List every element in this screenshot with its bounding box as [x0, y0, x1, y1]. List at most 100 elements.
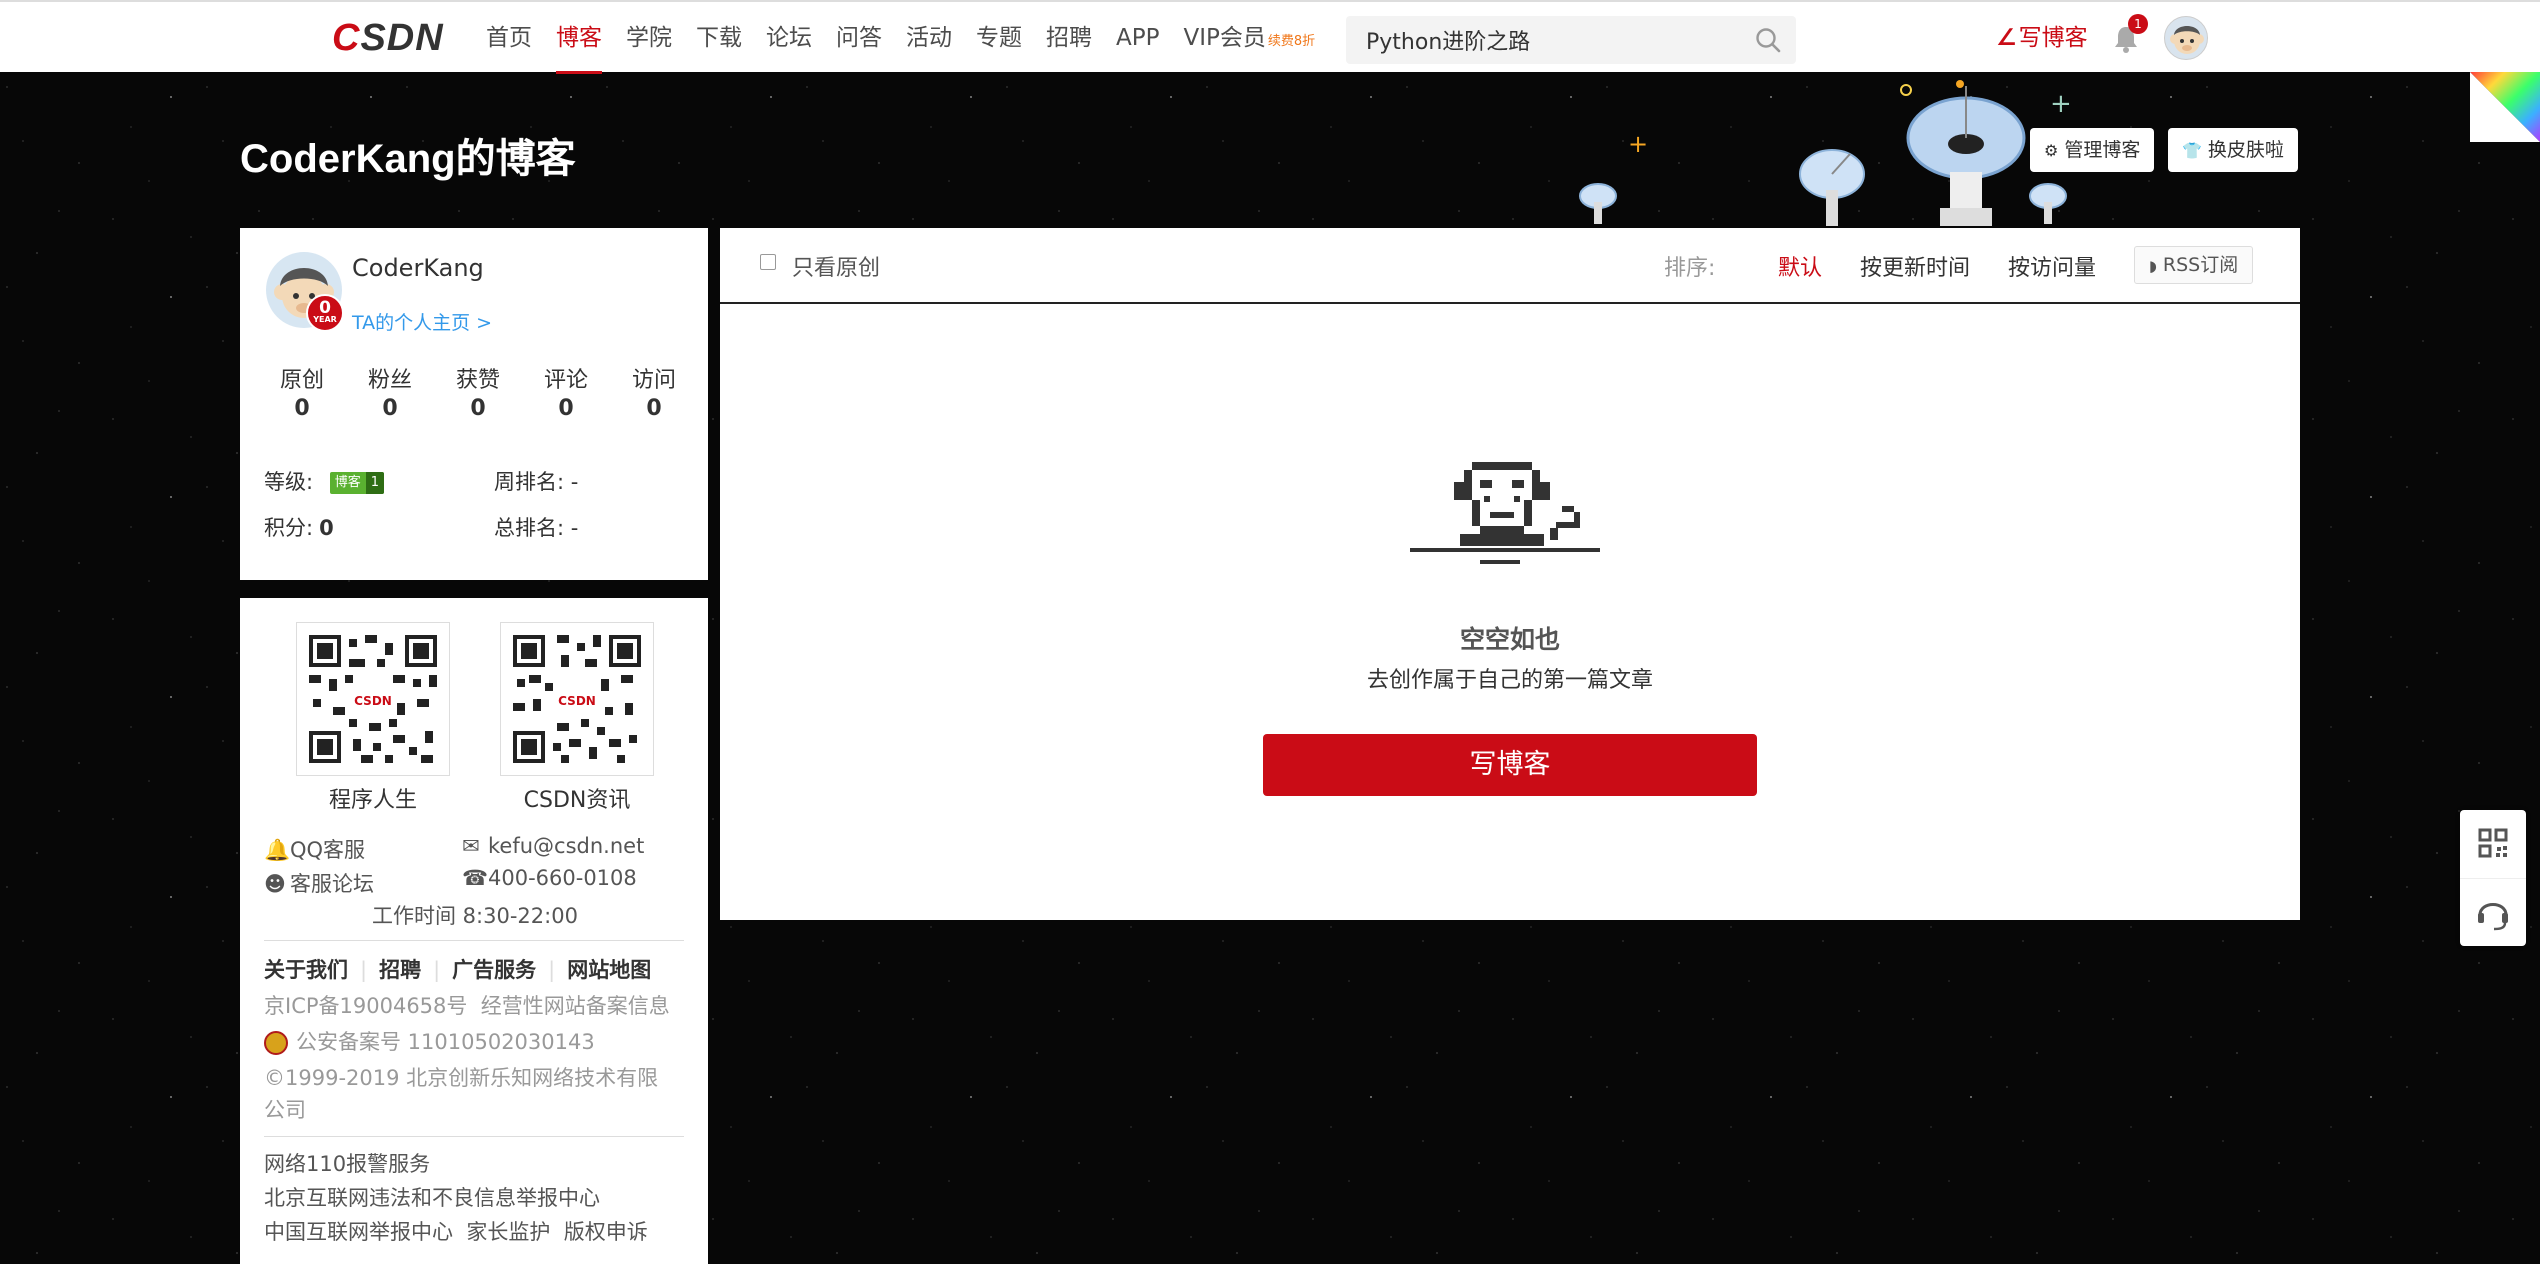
- icp-line: 京ICP备19004658号 经营性网站备案信息: [264, 990, 670, 1020]
- floating-toolbar: [2460, 810, 2526, 946]
- top-navbar: CSDN 首页 博客 学院 下载 论坛 问答 活动 专题 招聘 APP VIP会…: [0, 0, 2540, 74]
- phone-number: ☎400-660-0108: [462, 866, 637, 890]
- svg-text:+: +: [1628, 130, 1648, 158]
- year-badge: 0 YEAR: [306, 294, 344, 332]
- mail-icon: ✉: [462, 834, 480, 858]
- weekly-rank-row: 周排名: -: [494, 470, 579, 494]
- nav-item-events[interactable]: 活动: [906, 2, 952, 74]
- parental-control-link[interactable]: 家长监护: [466, 1220, 550, 1244]
- only-original-checkbox[interactable]: [760, 254, 776, 270]
- police-emblem-icon: [264, 1031, 288, 1055]
- divider: [264, 1136, 684, 1137]
- police-record[interactable]: 公安备案号 11010502030143: [264, 1026, 595, 1056]
- main-nav: 首页 博客 学院 下载 论坛 问答 活动 专题 招聘 APP VIP会员 续费8折: [486, 2, 1339, 74]
- email-link[interactable]: ✉ kefu@csdn.net: [462, 834, 644, 858]
- stat-likes: 获赞 0: [455, 368, 500, 421]
- rainbow-corner-icon[interactable]: [2470, 72, 2540, 142]
- filter-bar: 只看原创 排序: 默认 按更新时间 按访问量 ◗ RSS订阅: [720, 228, 2300, 304]
- footer-link-sitemap[interactable]: 网站地图: [567, 958, 651, 982]
- search-box: [1346, 16, 1796, 64]
- report-china-link[interactable]: 中国互联网举报中心: [264, 1220, 453, 1244]
- rss-subscribe-button[interactable]: ◗ RSS订阅: [2134, 246, 2254, 284]
- report-beijing-link[interactable]: 北京互联网违法和不良信息举报中心: [264, 1182, 600, 1212]
- vip-discount-tag: 续费8折: [1267, 34, 1316, 49]
- footer-link-about[interactable]: 关于我们: [264, 958, 348, 982]
- satellite-dish-illustration: + +: [1579, 80, 2072, 226]
- divider: [264, 940, 684, 941]
- points-row: 积分: 0: [264, 516, 334, 540]
- change-skin-button[interactable]: 👕 换皮肤啦: [2168, 128, 2298, 172]
- qr-caption-programmer-life: 程序人生: [328, 788, 417, 813]
- sort-label: 排序:: [1664, 256, 1716, 281]
- gear-icon: ⚙: [2044, 141, 2059, 160]
- rss-icon: ◗: [2149, 257, 2157, 275]
- forum-icon: ☻: [264, 872, 286, 896]
- contact-card: CSDN 程序人生 CSDN CSDN资讯 🔔QQ客服 ✉ kefu@csdn.…: [240, 598, 708, 1264]
- svg-text:CSDN: CSDN: [354, 694, 392, 708]
- nav-item-topics[interactable]: 专题: [976, 2, 1022, 74]
- headset-icon: [2478, 903, 2508, 931]
- nav-item-download[interactable]: 下载: [696, 2, 742, 74]
- nav-item-forum[interactable]: 论坛: [766, 2, 812, 74]
- qr-code-programmer-life: CSDN: [296, 622, 450, 776]
- profile-card: 0 YEAR CoderKang TA的个人主页 > 原创 0 粉丝 0 获赞 0 评论…: [240, 228, 708, 580]
- total-rank-row: 总排名: -: [494, 516, 579, 540]
- notification-badge: 1: [2128, 14, 2148, 34]
- report-links-row: 中国互联网举报中心 家长监护 版权申诉: [264, 1216, 648, 1246]
- phone-icon: ☎: [462, 866, 489, 890]
- csdn-logo[interactable]: CSDN: [332, 18, 444, 58]
- sort-default[interactable]: 默认: [1778, 250, 1822, 282]
- empty-state-title: 空空如也: [1459, 625, 1560, 654]
- qr-code-button[interactable]: [2460, 810, 2526, 878]
- empty-monkey-illustration: [1410, 462, 1600, 564]
- profile-username[interactable]: CoderKang: [352, 254, 484, 282]
- nav-item-academy[interactable]: 学院: [626, 2, 672, 74]
- stat-comments: 评论 0: [543, 368, 588, 421]
- shirt-icon: 👕: [2182, 141, 2202, 160]
- qr-code-icon: [2478, 828, 2508, 858]
- nav-item-home[interactable]: 首页: [486, 2, 532, 74]
- qr-caption-csdn-news: CSDN资讯: [523, 788, 631, 813]
- copyright-appeal-link[interactable]: 版权申诉: [564, 1220, 648, 1244]
- footer-link-jobs[interactable]: 招聘: [379, 958, 421, 982]
- footer-links: 关于我们 | 招聘 | 广告服务 | 网站地图: [264, 958, 652, 982]
- level-row: 等级: 博客 1: [264, 466, 385, 496]
- report-110-link[interactable]: 网络110报警服务: [264, 1148, 430, 1178]
- icp-link[interactable]: 京ICP备19004658号: [264, 994, 467, 1018]
- nav-item-jobs[interactable]: 招聘: [1046, 2, 1092, 74]
- user-avatar[interactable]: [2164, 16, 2208, 60]
- stat-visits: 访问 0: [631, 368, 676, 421]
- stat-original: 原创 0: [279, 368, 324, 421]
- sort-by-views[interactable]: 按访问量: [2008, 250, 2096, 282]
- only-original-label[interactable]: 只看原创: [792, 250, 880, 282]
- working-hours: 工作时间 8:30-22:00: [372, 904, 578, 928]
- copyright-line-1: ©1999-2019 北京创新乐知网络技术有限: [264, 1066, 659, 1090]
- copyright-line-2: 公司: [264, 1098, 306, 1122]
- nav-item-vip[interactable]: VIP会员 续费8折: [1183, 2, 1315, 74]
- homepage-link[interactable]: TA的个人主页 >: [352, 308, 492, 335]
- stat-fans: 粉丝 0: [367, 368, 412, 421]
- profile-stats: 原创 0 粉丝 0 获赞 0 评论 0 访问 0: [258, 362, 698, 421]
- write-blog-button[interactable]: 写博客: [1263, 734, 1757, 796]
- icp-extra-link[interactable]: 经营性网站备案信息: [481, 994, 670, 1018]
- manage-blog-button[interactable]: ⚙ 管理博客: [2030, 128, 2155, 172]
- pen-icon: ∠: [1996, 25, 2017, 51]
- sort-by-update-time[interactable]: 按更新时间: [1860, 250, 1970, 282]
- nav-item-app[interactable]: APP: [1116, 2, 1159, 74]
- search-icon[interactable]: [1754, 26, 1782, 54]
- nav-item-qa[interactable]: 问答: [836, 2, 882, 74]
- qq-service-link[interactable]: 🔔QQ客服: [264, 834, 365, 864]
- svg-text:CSDN: CSDN: [558, 694, 596, 708]
- nav-item-blog[interactable]: 博客: [556, 2, 602, 74]
- search-input[interactable]: [1346, 16, 1736, 64]
- write-blog-link[interactable]: ∠写博客: [1996, 22, 2088, 54]
- footer-link-ads[interactable]: 广告服务: [452, 958, 536, 982]
- bell-qq-icon: 🔔: [264, 838, 291, 862]
- article-list-panel: 只看原创 排序: 默认 按更新时间 按访问量 ◗ RSS订阅 空空如也 去创作属于…: [720, 228, 2300, 920]
- empty-state-subtitle: 去创作属于自己的第一篇文章: [1366, 668, 1653, 693]
- service-forum-link[interactable]: ☻ 客服论坛: [264, 868, 374, 898]
- qr-code-csdn-news: CSDN: [500, 622, 654, 776]
- blog-title[interactable]: CoderKang的博客: [240, 126, 576, 184]
- level-badge: 博客 1: [329, 472, 385, 494]
- customer-service-button[interactable]: [2460, 878, 2526, 946]
